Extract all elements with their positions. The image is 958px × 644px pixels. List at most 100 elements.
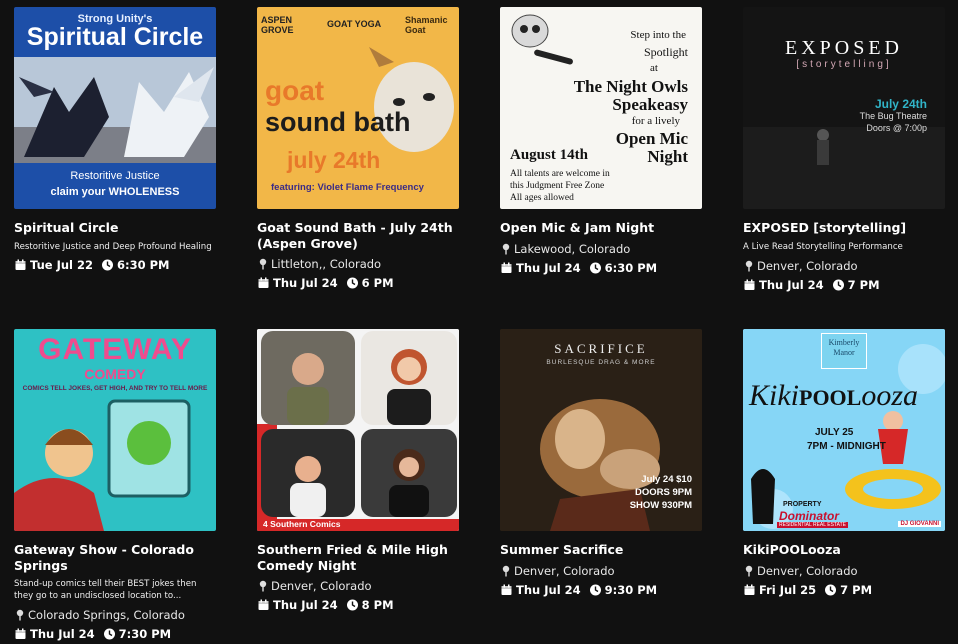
event-poster[interactable]: GATEWAY COMEDY COMICS TELL JOKES, GET HI… <box>14 329 216 531</box>
event-title[interactable]: Open Mic & Jam Night <box>500 220 705 236</box>
event-card[interactable]: ASPEN GROVE GOAT YOGA Shamanic Goat goat… <box>257 7 467 290</box>
event-poster[interactable]: SACRIFICE BURLESQUE DRAG & MORE July 24 … <box>500 329 702 531</box>
event-card[interactable]: SACRIFICE BURLESQUE DRAG & MORE July 24 … <box>500 329 710 597</box>
poster-headline: GATEWAY <box>38 333 192 366</box>
poster-text: Step into the <box>630 29 686 41</box>
event-poster[interactable]: ASPEN GROVE GOAT YOGA Shamanic Goat goat… <box>257 7 459 209</box>
event-time: 7 PM <box>840 582 873 597</box>
location-label: Denver, Colorado <box>757 258 858 273</box>
event-datetime: Thu Jul 24 6:30 PM <box>500 261 710 275</box>
poster-text: COMEDY <box>84 366 146 382</box>
clock-icon <box>102 259 113 270</box>
event-poster[interactable]: Strong Unity's Spiritual Circle Restorit… <box>14 7 216 209</box>
poster-text: ASPEN GROVE <box>261 15 294 35</box>
calendar-icon <box>501 262 512 273</box>
event-location: Denver, Colorado <box>500 564 710 578</box>
event-location: Lakewood, Colorado <box>500 242 710 256</box>
poster-text: SHOW 930PM <box>629 500 692 511</box>
calendar-icon <box>15 628 26 639</box>
poster-text: Shamanic Goat <box>405 15 448 35</box>
poster-headline: EXPOSED <box>784 37 903 59</box>
event-datetime: Thu Jul 24 7:30 PM <box>14 627 224 641</box>
event-datetime: Thu Jul 24 8 PM <box>257 598 467 612</box>
location-pin-icon <box>502 565 510 576</box>
event-poster[interactable]: Step into the Spotlight at The Night Owl… <box>500 7 702 209</box>
event-date: Thu Jul 24 <box>759 277 824 292</box>
event-location: Littleton,, Colorado <box>257 257 467 271</box>
poster-text: All talents are welcome in <box>510 169 610 179</box>
events-grid: Strong Unity's Spiritual Circle Restorit… <box>0 0 958 644</box>
poster-text: JULY 25 <box>815 427 854 438</box>
location-pin-icon <box>259 580 267 592</box>
event-title[interactable]: Southern Fried & Mile High Comedy Night <box>257 542 462 573</box>
calendar-icon <box>501 584 512 595</box>
poster-text: Speakeasy <box>612 95 688 114</box>
poster-text: RESIDENTIAL REAL ESTATE <box>777 522 848 528</box>
event-title[interactable]: Spiritual Circle <box>14 220 219 236</box>
event-time: 6 PM <box>361 276 394 290</box>
event-card[interactable]: 4 Southern Comics Southern Fried & Mile … <box>257 329 467 612</box>
event-title[interactable]: Summer Sacrifice <box>500 542 705 558</box>
event-location: Denver, Colorado <box>257 579 467 593</box>
location-pin-icon <box>502 243 510 254</box>
event-datetime: Fri Jul 25 7 PM <box>743 583 953 597</box>
event-description: A Live Read Storytelling Performance <box>743 241 903 252</box>
poster-text: sound bath <box>265 107 411 137</box>
poster-text: for a lively <box>631 115 680 127</box>
clock-icon <box>825 584 837 595</box>
poster-text: Open Mic <box>615 129 688 148</box>
comedians-collage <box>257 329 459 531</box>
poster-text: GOAT YOGA <box>327 19 382 29</box>
calendar-icon <box>258 599 269 610</box>
location-pin-icon <box>745 260 753 271</box>
event-poster[interactable]: EXPOSED [storytelling] July 24th The Bug… <box>743 7 945 209</box>
event-poster[interactable]: Kimberly Manor KikiPOOLooza JULY 25 7PM … <box>743 329 945 531</box>
event-time: 6:30 PM <box>117 257 170 272</box>
event-datetime: Thu Jul 24 9:30 PM <box>500 583 710 597</box>
clock-icon <box>589 584 601 595</box>
event-date: Thu Jul 24 <box>273 598 338 612</box>
event-title[interactable]: Goat Sound Bath - July 24th (Aspen Grove… <box>257 220 462 251</box>
poster-text: ooza <box>861 379 919 412</box>
location-pin-icon <box>745 565 753 576</box>
event-card[interactable]: Step into the Spotlight at The Night Owl… <box>500 7 710 275</box>
calendar-icon <box>258 277 269 288</box>
poster-text: at <box>650 62 658 74</box>
poster-text: [storytelling] <box>796 59 892 70</box>
event-description: Stand-up comics tell their BEST jokes th… <box>14 579 197 601</box>
poster-headline: SACRIFICE <box>554 341 648 356</box>
comedian-illustration <box>14 399 191 531</box>
event-location: Denver, Colorado <box>743 259 953 273</box>
location-pin-icon <box>16 609 24 621</box>
event-title[interactable]: EXPOSED [storytelling] <box>743 220 948 236</box>
poster-text: PROPERTY <box>783 501 822 508</box>
clock-icon <box>103 628 115 640</box>
location-label: Littleton,, Colorado <box>271 257 382 271</box>
event-card[interactable]: EXPOSED [storytelling] July 24th The Bug… <box>743 7 953 292</box>
clock-icon <box>832 279 844 290</box>
event-datetime: Thu Jul 24 6 PM <box>257 276 467 290</box>
event-time: 7:30 PM <box>118 627 172 641</box>
event-time: 7 PM <box>847 277 880 292</box>
event-title[interactable]: Gateway Show - Colorado Springs <box>14 542 219 573</box>
poster-text: July 24 $10 <box>641 474 692 485</box>
poster-text: The Night Owls <box>573 77 688 96</box>
poster-text: COMICS TELL JOKES, GET HIGH, AND TRY TO … <box>22 385 208 392</box>
dragons-image <box>14 57 216 163</box>
event-title[interactable]: KikiPOOLooza <box>743 542 948 558</box>
calendar-icon <box>744 279 755 290</box>
poster-text: July 24th <box>874 97 927 111</box>
poster-text: Doors @ 7:00p <box>866 123 927 133</box>
event-card[interactable]: Strong Unity's Spiritual Circle Restorit… <box>14 7 224 272</box>
event-date: Fri Jul 25 <box>759 582 817 597</box>
event-card[interactable]: Kimberly Manor KikiPOOLooza JULY 25 7PM … <box>743 329 953 597</box>
event-location: Colorado Springs, Colorado <box>14 608 224 622</box>
location-pin-icon <box>259 258 267 270</box>
location-label: Colorado Springs, Colorado <box>28 608 185 622</box>
location-label: Denver, Colorado <box>514 563 615 578</box>
event-card[interactable]: GATEWAY COMEDY COMICS TELL JOKES, GET HI… <box>14 329 224 641</box>
poster-text: BURLESQUE DRAG & MORE <box>546 359 656 366</box>
event-time: 6:30 PM <box>604 260 658 275</box>
event-poster[interactable]: 4 Southern Comics <box>257 329 459 531</box>
event-date: Thu Jul 24 <box>273 276 338 290</box>
